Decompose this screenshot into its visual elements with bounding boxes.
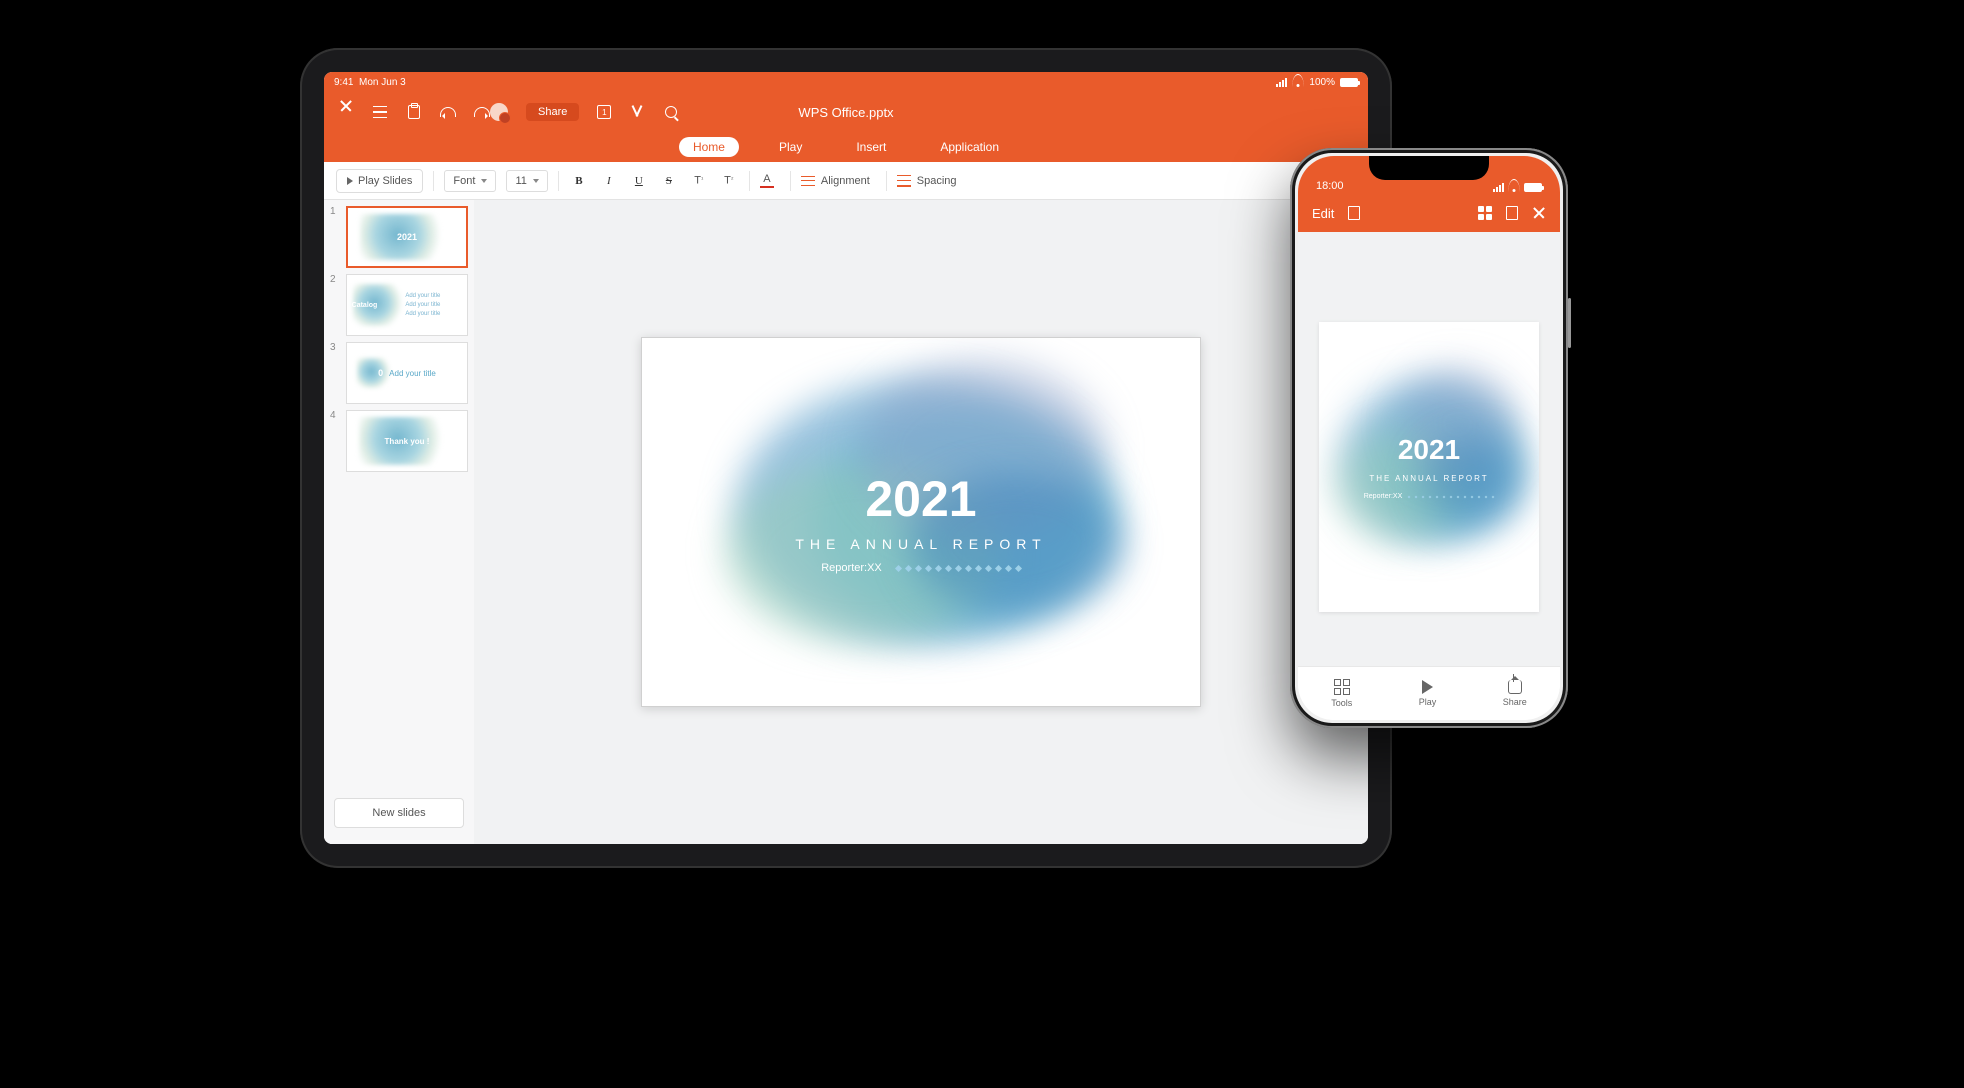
phone-time: 18:00 bbox=[1316, 180, 1344, 192]
share-button[interactable]: Share bbox=[1503, 680, 1527, 707]
play-button[interactable]: Play bbox=[1419, 680, 1437, 707]
close-button[interactable] bbox=[1532, 206, 1546, 220]
pen-tool-button[interactable] bbox=[629, 104, 645, 120]
battery-icon bbox=[1340, 78, 1358, 87]
spacing-button[interactable]: Spacing bbox=[897, 175, 963, 187]
superscript-a-button[interactable]: T₁ bbox=[689, 174, 709, 187]
slide-subtitle: THE ANNUAL REPORT bbox=[795, 536, 1046, 552]
formatting-toolbar: Play Slides Font 11 B I U S T₁ T₂ A Alig… bbox=[324, 162, 1368, 200]
strikethrough-button[interactable]: S bbox=[659, 175, 679, 187]
phone-bottom-toolbar: Tools Play Share bbox=[1298, 666, 1560, 720]
editor-body: 1 2021 2 CatalogAdd your titleAdd your t… bbox=[324, 200, 1368, 844]
tab-insert[interactable]: Insert bbox=[842, 137, 900, 157]
tablet-screen: 9:41 Mon Jun 3 100% WPS Office.pptx Shar… bbox=[324, 72, 1368, 844]
tablet-topbar: WPS Office.pptx Share 1 bbox=[324, 92, 1368, 132]
battery-percent: 100% bbox=[1309, 77, 1335, 88]
chevron-down-icon bbox=[481, 179, 487, 183]
tab-application[interactable]: Application bbox=[926, 137, 1013, 157]
play-slides-button[interactable]: Play Slides bbox=[336, 169, 423, 193]
ribbon-tabs: Home Play Insert Application bbox=[324, 132, 1368, 162]
chevron-down-icon bbox=[533, 179, 539, 183]
document-icon[interactable] bbox=[1348, 206, 1360, 220]
slide-text-content: 2021 THE ANNUAL REPORT Reporter:XX bbox=[1364, 434, 1495, 500]
share-icon bbox=[1508, 680, 1522, 694]
redo-button[interactable] bbox=[474, 104, 490, 120]
underline-button[interactable]: U bbox=[629, 175, 649, 187]
thumbnail-slide-2[interactable]: CatalogAdd your titleAdd your titleAdd y… bbox=[346, 274, 468, 336]
phone-notch bbox=[1369, 156, 1489, 180]
superscript-b-button[interactable]: T₂ bbox=[719, 174, 739, 187]
status-time-date: 9:41 Mon Jun 3 bbox=[334, 77, 406, 88]
thumb-number: 3 bbox=[330, 342, 340, 404]
spacing-icon bbox=[897, 175, 911, 187]
thumbnail-slide-3[interactable]: 0Add your title bbox=[346, 342, 468, 404]
signal-icon bbox=[1276, 78, 1287, 87]
thumbnail-slide-4[interactable]: Thank you ! bbox=[346, 410, 468, 472]
alignment-button[interactable]: Alignment bbox=[801, 175, 876, 187]
reporter-label: Reporter:XX bbox=[1364, 493, 1403, 500]
share-button[interactable]: Share bbox=[526, 103, 579, 121]
slide-subtitle: THE ANNUAL REPORT bbox=[1364, 474, 1495, 483]
close-button[interactable] bbox=[338, 104, 354, 120]
phone-screen: 18:00 Edit 2 bbox=[1298, 156, 1560, 720]
tools-button[interactable]: Tools bbox=[1331, 679, 1352, 708]
reporter-label: Reporter:XX bbox=[821, 562, 882, 574]
tab-play[interactable]: Play bbox=[765, 137, 816, 157]
slide-year: 2021 bbox=[1364, 434, 1495, 466]
decorative-diamonds bbox=[896, 566, 1021, 571]
undo-button[interactable] bbox=[440, 104, 456, 120]
menu-button[interactable] bbox=[372, 104, 388, 120]
status-right: 100% bbox=[1276, 77, 1358, 88]
slide-reporter-row: Reporter:XX bbox=[1364, 493, 1495, 500]
avatar[interactable] bbox=[490, 103, 508, 121]
document-title: WPS Office.pptx bbox=[798, 105, 893, 120]
slide-text-content: 2021 THE ANNUAL REPORT Reporter:XX bbox=[795, 470, 1046, 574]
phone-slide[interactable]: 2021 THE ANNUAL REPORT Reporter:XX bbox=[1319, 322, 1539, 612]
thumb-number: 2 bbox=[330, 274, 340, 336]
tablet-device: 9:41 Mon Jun 3 100% WPS Office.pptx Shar… bbox=[300, 48, 1392, 868]
decorative-diamonds bbox=[1408, 496, 1494, 498]
page-icon[interactable] bbox=[1506, 206, 1518, 220]
edit-button[interactable]: Edit bbox=[1312, 206, 1334, 221]
battery-icon bbox=[1524, 183, 1542, 192]
tools-icon bbox=[1334, 679, 1350, 695]
slide-reporter-row: Reporter:XX bbox=[795, 562, 1046, 574]
phone-topbar: Edit bbox=[1298, 194, 1560, 232]
bold-button[interactable]: B bbox=[569, 175, 589, 187]
italic-button[interactable]: I bbox=[599, 175, 619, 187]
align-icon bbox=[801, 176, 815, 186]
phone-device: 18:00 Edit 2 bbox=[1290, 148, 1568, 728]
slide-thumbnails-panel: 1 2021 2 CatalogAdd your titleAdd your t… bbox=[324, 200, 474, 844]
thumb-number: 1 bbox=[330, 206, 340, 268]
wifi-icon bbox=[1508, 183, 1520, 192]
font-color-button[interactable]: A bbox=[760, 173, 774, 188]
clipboard-button[interactable] bbox=[406, 104, 422, 120]
page-indicator-icon[interactable]: 1 bbox=[597, 105, 611, 119]
phone-canvas-area: 2021 THE ANNUAL REPORT Reporter:XX bbox=[1298, 232, 1560, 666]
tablet-status-bar: 9:41 Mon Jun 3 100% bbox=[324, 72, 1368, 92]
signal-icon bbox=[1493, 183, 1504, 192]
font-size-selector[interactable]: 11 bbox=[506, 170, 547, 192]
thumbnail-slide-1[interactable]: 2021 bbox=[346, 206, 468, 268]
slide-canvas[interactable]: 2021 THE ANNUAL REPORT Reporter:XX bbox=[641, 337, 1201, 707]
new-slides-button[interactable]: New slides bbox=[334, 798, 464, 828]
tab-home[interactable]: Home bbox=[679, 137, 739, 157]
search-button[interactable] bbox=[663, 104, 679, 120]
wifi-icon bbox=[1292, 78, 1304, 87]
play-icon bbox=[347, 177, 353, 185]
thumb-number: 4 bbox=[330, 410, 340, 472]
slide-year: 2021 bbox=[795, 470, 1046, 528]
grid-view-icon[interactable] bbox=[1478, 206, 1492, 220]
canvas-area: 2021 THE ANNUAL REPORT Reporter:XX bbox=[474, 200, 1368, 844]
font-selector[interactable]: Font bbox=[444, 170, 496, 192]
play-icon bbox=[1422, 680, 1433, 694]
